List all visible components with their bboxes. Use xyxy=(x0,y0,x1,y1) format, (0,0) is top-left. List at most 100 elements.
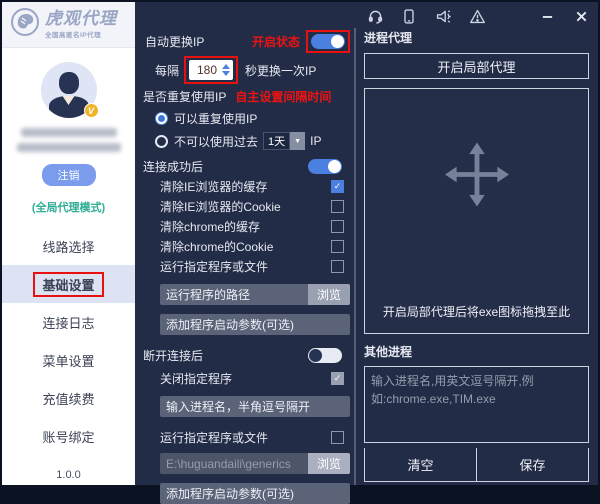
checkbox-row: 清除chrome的Cookie xyxy=(143,236,353,256)
browse-button[interactable]: 浏览 xyxy=(308,284,350,305)
checkbox-row: 运行指定程序或文件 xyxy=(143,256,353,276)
status-toggle-highlight xyxy=(306,30,350,53)
checkbox-ie-cache[interactable]: ✓ xyxy=(331,180,344,193)
sidebar-item-recharge[interactable]: 充值续费 xyxy=(2,379,135,417)
checkbox-chrome-cookie[interactable] xyxy=(331,240,344,253)
checkbox-chrome-cache[interactable] xyxy=(331,220,344,233)
sidebar-item-connection-log[interactable]: 连接日志 xyxy=(2,303,135,341)
account-expiry-blurred xyxy=(17,143,121,152)
minimize-button[interactable] xyxy=(538,7,556,25)
exe-drop-zone[interactable]: 开启局部代理后将exe图标拖拽至此 xyxy=(364,88,589,334)
sidebar-item-menu-settings[interactable]: 菜单设置 xyxy=(2,341,135,379)
after-connect-toggle[interactable] xyxy=(308,159,342,174)
radio-no-reuse-suffix: IP xyxy=(310,134,321,148)
mobile-phone-icon[interactable] xyxy=(400,7,418,25)
app-subtitle: 全国高匿名IP代理 xyxy=(45,29,117,39)
process-proxy-title: 进程代理 xyxy=(364,29,589,46)
interval-spinner[interactable]: 180 xyxy=(189,60,233,80)
chevron-down-icon[interactable]: ▼ xyxy=(290,132,305,150)
interval-highlight: 180 xyxy=(184,56,238,84)
proxy-mode-label: (全局代理模式) xyxy=(2,199,135,215)
process-name-input[interactable] xyxy=(160,396,350,417)
sidebar-menu: 线路选择 基础设置 连接日志 菜单设置 充值续费 账号绑定 xyxy=(2,227,135,455)
reuse-label: 是否重复使用IP xyxy=(143,88,226,105)
checkbox-ie-cookie[interactable] xyxy=(331,200,344,213)
radio-no-reuse-row: 不可以使用过去 1天 ▼ IP xyxy=(155,131,353,151)
logo: 虎观代理 全国高匿名IP代理 xyxy=(2,2,135,48)
process-proxy-panel: 进程代理 开启局部代理 开启局部代理后将exe图标拖拽至此 其他进程 xyxy=(357,2,598,485)
checkbox-row: 清除IE浏览器的缓存 ✓ xyxy=(143,176,353,196)
app-window: 虎观代理 全国高匿名IP代理 V 注销 (全局代理模式) 线路选择 基础设置 连… xyxy=(0,0,600,487)
run-file-row: 运行指定程序或文件 xyxy=(143,428,353,446)
process-name-row xyxy=(160,396,350,417)
main-area: 自动更换IP 开启状态 每隔 180 秒更换一次 xyxy=(135,2,598,485)
titlebar xyxy=(366,7,590,25)
close-program-row: 关闭指定程序 ✓ xyxy=(143,368,353,388)
interval-prefix-label: 每隔 xyxy=(155,62,179,79)
radio-reuse-row: 可以重复使用IP xyxy=(155,108,353,128)
period-dropdown[interactable]: 1天 ▼ xyxy=(263,132,305,150)
avatar: V xyxy=(41,62,97,118)
clear-button[interactable]: 清空 xyxy=(365,448,477,481)
reuse-row: 是否重复使用IP 自主设置间隔时间 xyxy=(143,87,353,105)
disabled-path-row: 浏览 xyxy=(160,453,350,474)
checkbox-row: 清除IE浏览器的Cookie xyxy=(143,196,353,216)
args2-input[interactable] xyxy=(160,483,350,504)
other-process-title: 其他进程 xyxy=(364,343,589,360)
args-row xyxy=(160,314,350,335)
radio-reuse[interactable] xyxy=(155,112,168,125)
action-buttons: 清空 保存 xyxy=(364,448,589,482)
radio-no-reuse[interactable] xyxy=(155,135,168,148)
browse-button-2[interactable]: 浏览 xyxy=(308,453,350,474)
interval-value[interactable]: 180 xyxy=(192,63,222,77)
sidebar: 虎观代理 全国高匿名IP代理 V 注销 (全局代理模式) 线路选择 基础设置 连… xyxy=(2,2,135,485)
checkbox-run-program[interactable] xyxy=(331,260,344,273)
run-path-row: 浏览 xyxy=(160,284,350,305)
account-section: V 注销 (全局代理模式) xyxy=(2,48,135,215)
enable-partial-proxy-button[interactable]: 开启局部代理 xyxy=(364,53,589,79)
args-input[interactable] xyxy=(160,314,350,335)
after-connect-label: 连接成功后 xyxy=(143,158,203,175)
drop-hint-text: 开启局部代理后将exe图标拖拽至此 xyxy=(365,303,588,320)
headset-icon[interactable] xyxy=(366,7,384,25)
after-disconnect-toggle[interactable] xyxy=(308,348,342,363)
auto-switch-row: 自动更换IP 开启状态 xyxy=(143,31,353,51)
warning-icon[interactable] xyxy=(468,7,486,25)
other-process-textarea[interactable] xyxy=(364,366,589,443)
close-program-label: 关闭指定程序 xyxy=(160,370,232,387)
announcement-speaker-icon[interactable] xyxy=(434,7,452,25)
status-annotation: 开启状态 xyxy=(252,33,300,50)
auto-switch-label: 自动更换IP xyxy=(145,33,204,50)
move-cross-icon xyxy=(445,143,509,212)
version-label: 1.0.0 xyxy=(2,469,135,481)
save-button[interactable]: 保存 xyxy=(477,448,588,481)
close-button[interactable] xyxy=(572,7,590,25)
period-value[interactable]: 1天 xyxy=(263,132,290,150)
args2-row xyxy=(160,483,350,504)
interval-suffix-label: 秒更换一次IP xyxy=(245,62,316,79)
basic-settings-panel: 自动更换IP 开启状态 每隔 180 秒更换一次 xyxy=(135,2,353,485)
radio-no-reuse-prefix: 不可以使用过去 xyxy=(174,133,258,150)
settings-scrollbar[interactable] xyxy=(354,28,356,485)
spinner-arrows-icon[interactable] xyxy=(222,64,230,76)
sidebar-item-basic-settings[interactable]: 基础设置 xyxy=(2,265,135,303)
spin-up-icon[interactable] xyxy=(222,64,230,69)
checkbox-row: 清除chrome的缓存 xyxy=(143,216,353,236)
checkbox-run-file[interactable] xyxy=(331,431,344,444)
auto-switch-toggle[interactable] xyxy=(311,34,345,49)
vip-badge: V xyxy=(84,103,99,118)
radio-reuse-label: 可以重复使用IP xyxy=(174,110,257,127)
spin-down-icon[interactable] xyxy=(222,71,230,76)
checkbox-close-program[interactable]: ✓ xyxy=(331,372,344,385)
after-disconnect-row: 断开连接后 xyxy=(143,345,353,365)
tiger-logo-icon xyxy=(10,7,40,42)
account-number-blurred xyxy=(21,128,117,137)
sidebar-item-line-select[interactable]: 线路选择 xyxy=(2,227,135,265)
after-disconnect-label: 断开连接后 xyxy=(143,347,203,364)
app-title: 虎观代理 xyxy=(45,10,117,27)
sidebar-item-account-bind[interactable]: 账号绑定 xyxy=(2,417,135,455)
interval-hint-annotation: 自主设置间隔时间 xyxy=(235,88,331,105)
logout-button[interactable]: 注销 xyxy=(42,164,96,186)
interval-row: 每隔 180 秒更换一次IP xyxy=(143,57,353,83)
run-file-label: 运行指定程序或文件 xyxy=(160,429,268,446)
